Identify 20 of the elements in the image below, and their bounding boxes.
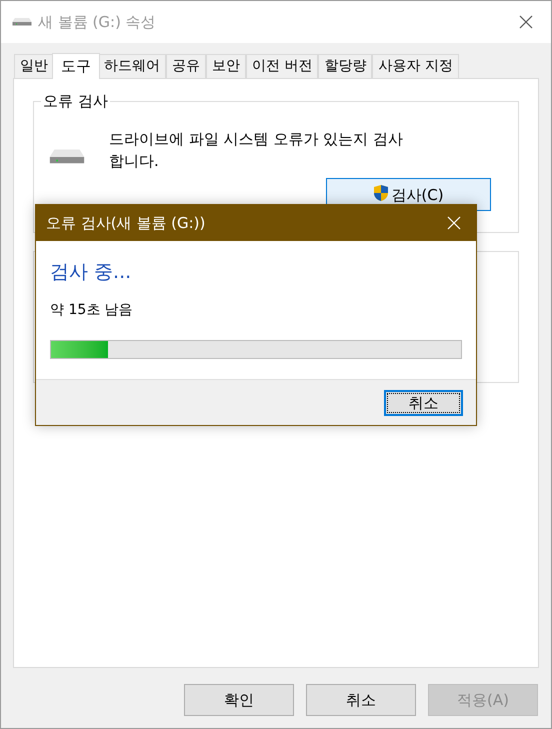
tab[interactable]: 일반 — [14, 54, 54, 78]
description-text: 드라이브에 파일 시스템 오류가 있는지 검사 합니다. — [109, 129, 404, 172]
tab[interactable]: 하드웨어 — [98, 54, 166, 78]
status-heading: 검사 중... — [50, 260, 132, 285]
tab[interactable]: 할당량 — [318, 54, 372, 78]
drive-icon — [12, 17, 32, 27]
tab[interactable]: 도구 — [52, 53, 100, 79]
tab[interactable]: 이전 버전 — [246, 54, 318, 78]
tab[interactable]: 사용자 지정 — [372, 54, 459, 78]
dialog-title: 오류 검사(새 볼륨 (G:)) — [46, 212, 206, 234]
window-title: 새 볼륨 (G:) 속성 — [38, 12, 156, 33]
tab[interactable]: 보안 — [206, 54, 246, 78]
close-icon[interactable] — [519, 15, 533, 29]
dialog-button[interactable]: 확인 — [184, 684, 294, 716]
tab[interactable]: 공유 — [166, 54, 206, 78]
shield-icon — [373, 184, 390, 202]
time-remaining: 약 15초 남음 — [50, 301, 134, 320]
cancel-button[interactable]: 취소 — [384, 390, 463, 416]
drive-icon — [48, 148, 86, 166]
dialog-button[interactable]: 취소 — [306, 684, 416, 716]
